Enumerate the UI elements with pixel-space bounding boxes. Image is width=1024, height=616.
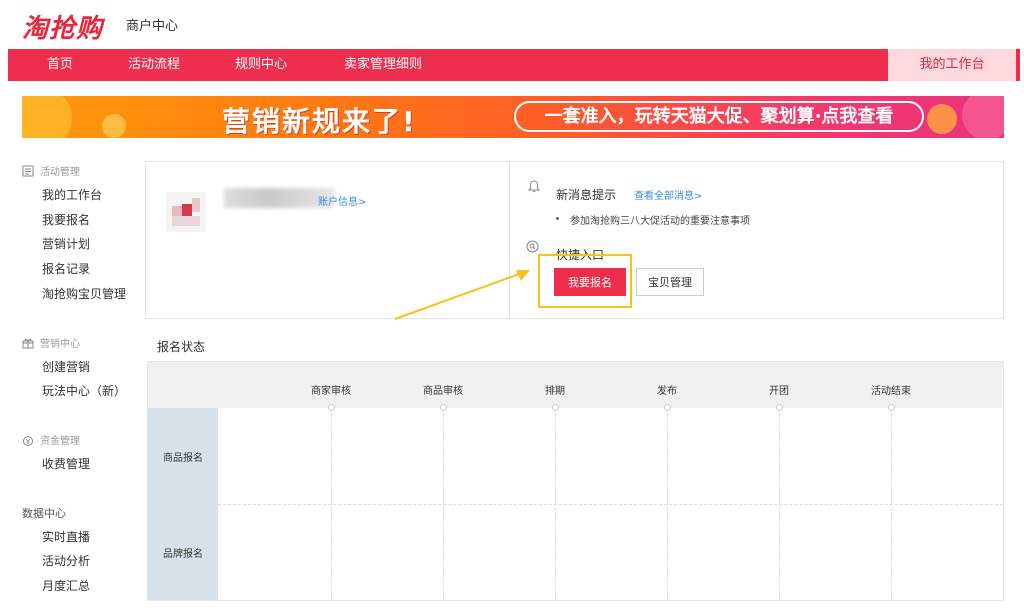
timeline-dot — [888, 404, 895, 411]
status-column-label: 发布 — [657, 386, 677, 397]
signup-status-title: 报名状态 — [157, 340, 206, 354]
status-column-label: 活动结束 — [871, 386, 911, 397]
timeline-dot — [664, 404, 671, 411]
column-divider — [555, 408, 556, 600]
timeline-dot — [552, 404, 559, 411]
timeline-dot — [776, 404, 783, 411]
column-divider — [443, 408, 444, 600]
row-divider — [218, 504, 1003, 505]
status-row-label: 品牌报名 — [148, 504, 218, 600]
timeline-dot — [440, 404, 447, 411]
timeline-dot — [328, 404, 335, 411]
column-divider — [331, 408, 332, 600]
status-column-label: 商家审核 — [311, 386, 351, 397]
column-divider — [779, 408, 780, 600]
status-column-label: 排期 — [545, 386, 565, 397]
status-column-label: 开团 — [769, 386, 789, 397]
status-column-label: 商品审核 — [423, 386, 463, 397]
signup-status-table: 商家审核 商品审核 排期 发布 开团 活动结束 商品报名 品牌报名 — [147, 361, 1004, 601]
column-divider — [667, 408, 668, 600]
status-row-label: 商品报名 — [148, 408, 218, 504]
column-divider — [891, 408, 892, 600]
status-table-header: 商家审核 商品审核 排期 发布 开团 活动结束 — [148, 362, 1003, 408]
